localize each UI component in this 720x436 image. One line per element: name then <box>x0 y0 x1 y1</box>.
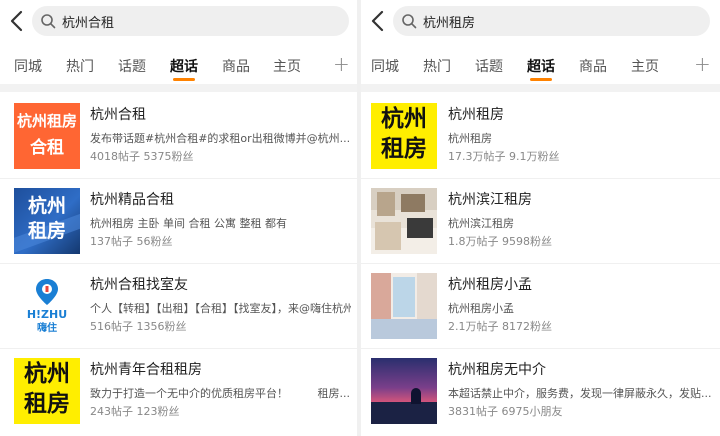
tab-local[interactable]: 同城 <box>14 56 42 76</box>
desc-main: 致力于打造一个无中介的优质租房平台！ <box>90 387 288 400</box>
list-item[interactable]: 杭州滨江租房 杭州滨江租房 1.8万帖子 9598粉丝 <box>361 179 720 265</box>
room-photo <box>371 188 437 254</box>
list-item[interactable]: 杭州 租房 杭州租房 杭州租房 17.3万帖子 9.1万粉丝 <box>361 94 720 180</box>
logo-text: 合租 <box>30 138 64 158</box>
topic-desc: 杭州租房 <box>448 132 492 145</box>
list-item[interactable]: H!ZHU 嗨住 杭州合租找室友 个人【转租】【出租】【合租】【找室友】，来@嗨… <box>0 264 357 350</box>
topic-desc: 致力于打造一个无中介的优质租房平台！ 租房... <box>90 385 351 400</box>
brand-name: H!ZHU <box>26 308 68 321</box>
topic-stats: 2.1万帖子 8172粉丝 <box>448 320 552 333</box>
section-gap <box>361 84 720 92</box>
tab-super-topic[interactable]: 超话 <box>170 56 198 76</box>
top-bar: 杭州租房 <box>361 0 720 42</box>
tab-profile[interactable]: 主页 <box>273 56 301 76</box>
topic-title[interactable]: 杭州青年合租租房 <box>90 359 351 379</box>
tab-products[interactable]: 商品 <box>579 56 607 76</box>
topic-desc: 本超话禁止中介，服务费，发现一律屏蔽永久，发贴... <box>448 387 712 400</box>
logo-text: 杭州 <box>24 361 70 387</box>
tab-bar: 同城 热门 话题 超话 商品 主页 + <box>0 48 357 84</box>
right-screenshot: 杭州租房 同城 热门 话题 超话 商品 主页 + 杭州 租房 杭州租房 杭州租房… <box>361 0 720 436</box>
tab-hot[interactable]: 热门 <box>423 56 451 76</box>
top-bar: 杭州合租 <box>0 0 357 42</box>
topic-desc: 发布带话题#杭州合租#的求租or出租微博并@杭州... <box>90 132 351 145</box>
topic-desc: 杭州租房小孟 <box>448 302 514 315</box>
chevron-left-icon[interactable] <box>367 9 389 33</box>
list-item[interactable]: 杭州租房小孟 杭州租房小孟 2.1万帖子 8172粉丝 <box>361 264 720 350</box>
logo-text: 杭州 <box>381 106 427 132</box>
tab-local[interactable]: 同城 <box>371 56 399 76</box>
location-pin-icon <box>36 279 58 305</box>
search-icon <box>41 14 56 29</box>
search-input[interactable]: 杭州合租 <box>32 6 349 36</box>
topic-stats: 243帖子 123粉丝 <box>90 405 180 418</box>
topic-stats: 516帖子 1356粉丝 <box>90 320 187 333</box>
active-tab-indicator <box>530 78 552 81</box>
tab-products[interactable]: 商品 <box>222 56 250 76</box>
logo-text: 租房 <box>24 391 70 417</box>
logo-text: 租房 <box>381 136 427 162</box>
topic-logo: H!ZHU 嗨住 <box>14 273 80 339</box>
topic-stats: 3831帖子 6975小朋友 <box>448 405 563 418</box>
list-item[interactable]: 杭州租房无中介 本超话禁止中介，服务费，发现一律屏蔽永久，发贴... 3831帖… <box>361 349 720 435</box>
topic-desc: 个人【转租】【出租】【合租】【找室友】，来@嗨住杭州租... <box>90 302 351 315</box>
plus-icon[interactable]: + <box>333 52 350 76</box>
tab-hot[interactable]: 热门 <box>66 56 94 76</box>
search-icon <box>402 14 417 29</box>
topic-stats: 137帖子 56粉丝 <box>90 235 173 248</box>
topic-title[interactable]: 杭州精品合租 <box>90 189 351 209</box>
topic-logo: 杭州 租房 <box>371 103 437 169</box>
section-gap <box>0 84 357 92</box>
topic-title[interactable]: 杭州租房小孟 <box>448 274 714 294</box>
topic-desc: 杭州租房 主卧 单间 合租 公寓 整租 都有 <box>90 217 287 230</box>
list-item[interactable]: 杭州 租房 杭州精品合租 杭州租房 主卧 单间 合租 公寓 整租 都有 137帖… <box>0 179 357 265</box>
brand-name-cn: 嗨住 <box>37 323 57 334</box>
list-item[interactable]: 杭州 租房 杭州青年合租租房 致力于打造一个无中介的优质租房平台！ 租房... … <box>0 349 357 435</box>
tab-super-topic[interactable]: 超话 <box>527 56 555 76</box>
plus-icon[interactable]: + <box>694 52 711 76</box>
sunset-photo <box>371 358 437 424</box>
topic-logo: 杭州 租房 <box>14 358 80 424</box>
topic-title[interactable]: 杭州合租 <box>90 104 351 124</box>
tab-bar: 同城 热门 话题 超话 商品 主页 + <box>361 48 720 84</box>
desc-tail: 租房... <box>317 387 351 400</box>
search-query: 杭州租房 <box>423 16 476 31</box>
topic-stats: 17.3万帖子 9.1万粉丝 <box>448 150 560 163</box>
room-photo <box>371 273 437 339</box>
topic-title[interactable]: 杭州滨江租房 <box>448 189 714 209</box>
chevron-left-icon[interactable] <box>6 9 28 33</box>
topic-stats: 1.8万帖子 9598粉丝 <box>448 235 552 248</box>
logo-text: 租房 <box>27 220 66 242</box>
logo-text: 杭州租房 <box>16 112 77 130</box>
search-query: 杭州合租 <box>62 16 115 31</box>
topic-title[interactable]: 杭州租房无中介 <box>448 359 714 379</box>
tab-topic[interactable]: 话题 <box>475 56 503 76</box>
topic-title[interactable]: 杭州合租找室友 <box>90 274 351 294</box>
logo-text: 杭州 <box>27 195 66 217</box>
tab-profile[interactable]: 主页 <box>631 56 659 76</box>
active-tab-indicator <box>173 78 195 81</box>
list-item[interactable]: 杭州租房 合租 杭州合租 发布带话题#杭州合租#的求租or出租微博并@杭州...… <box>0 94 357 180</box>
topic-title[interactable]: 杭州租房 <box>448 104 714 124</box>
left-screenshot: 杭州合租 同城 热门 话题 超话 商品 主页 + 杭州租房 合租 杭州合租 发布… <box>0 0 357 436</box>
tab-topic[interactable]: 话题 <box>118 56 146 76</box>
topic-logo: 杭州租房 合租 <box>14 103 80 169</box>
topic-desc: 杭州滨江租房 <box>448 217 514 230</box>
search-input[interactable]: 杭州租房 <box>393 6 710 36</box>
topic-logo: 杭州 租房 <box>14 188 80 254</box>
topic-stats: 4018帖子 5375粉丝 <box>90 150 194 163</box>
